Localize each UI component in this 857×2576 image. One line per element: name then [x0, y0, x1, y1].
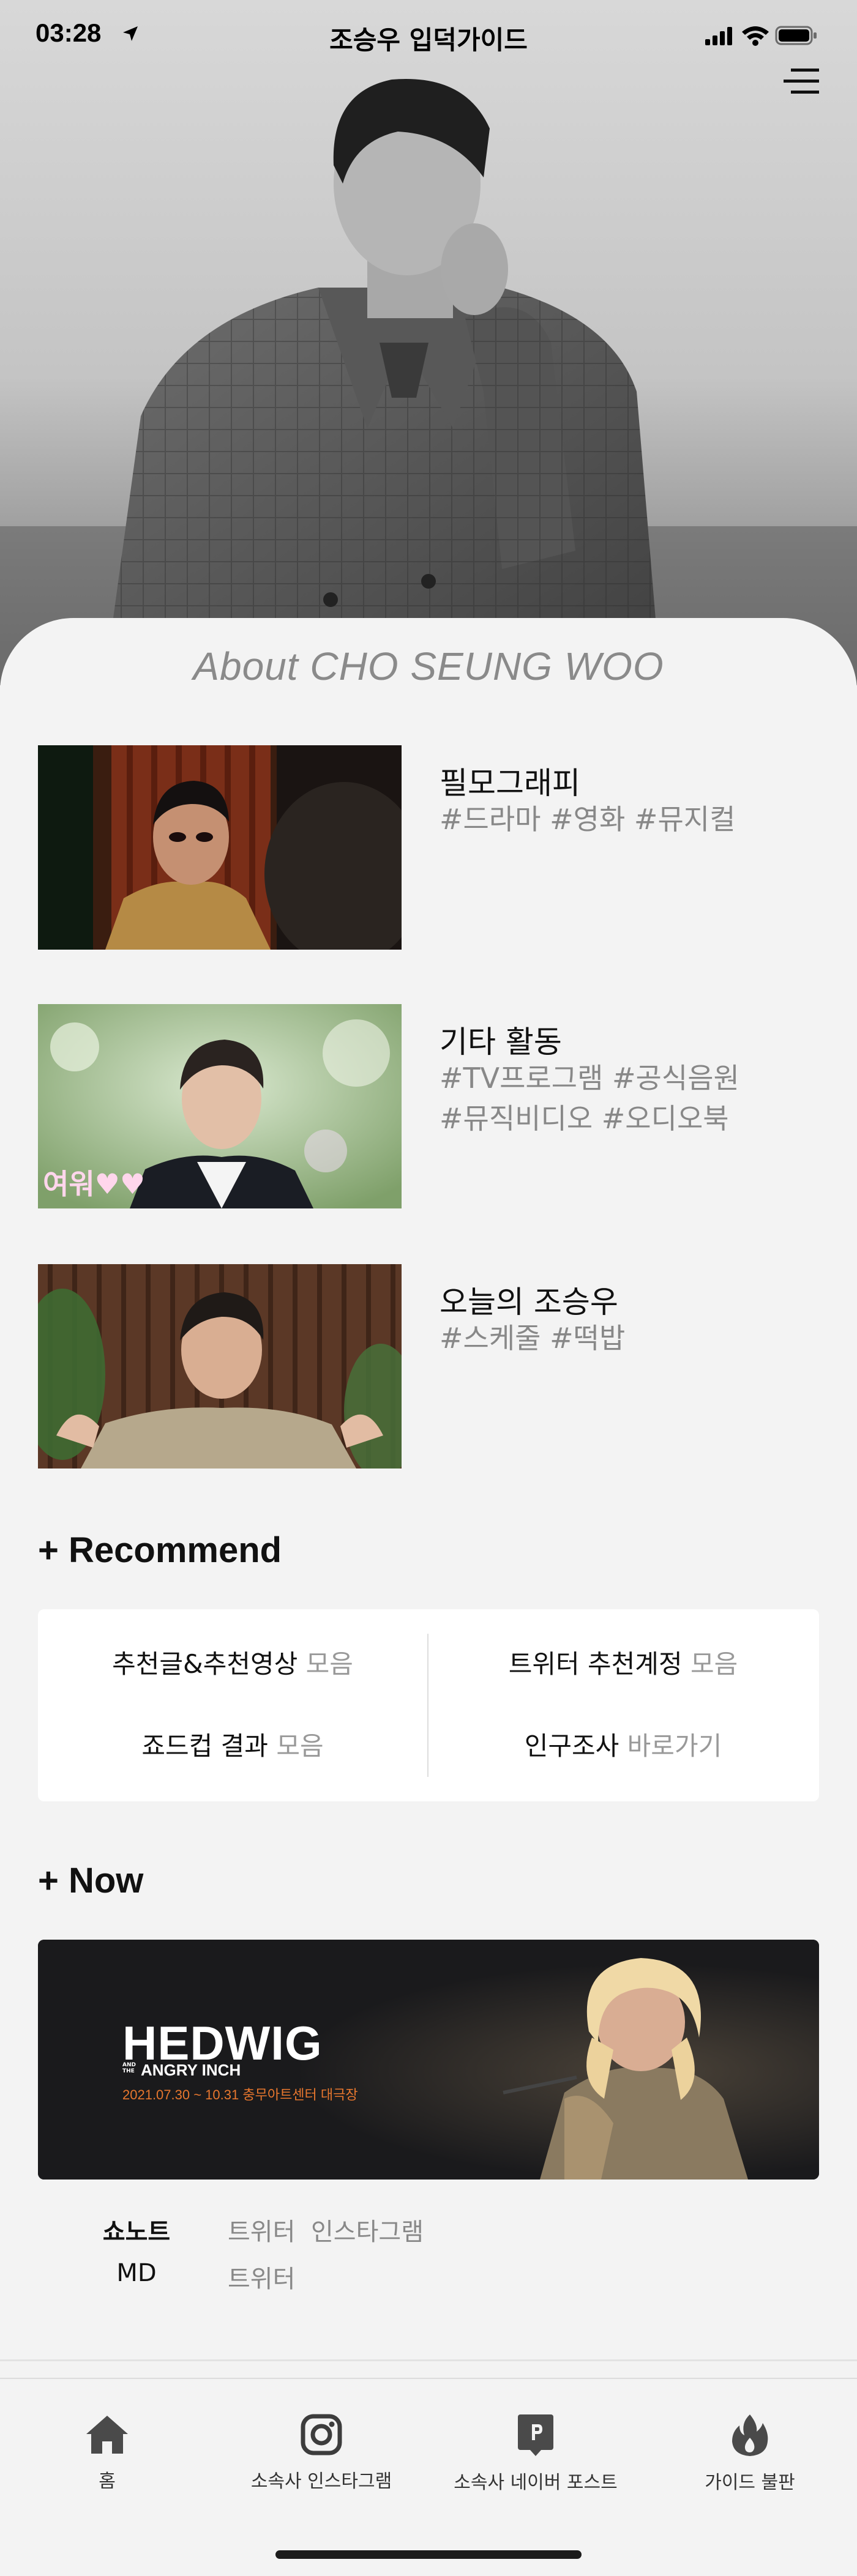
feature-tags: #TV프로그램 #공식음원 #뮤직비디오 #오디오북	[440, 1058, 782, 1139]
feature-filmography[interactable]: 필모그래피 #드라마 #영화 #뮤지컬	[38, 745, 820, 953]
tab-label: 소속사 인스타그램	[250, 2471, 392, 2492]
shownote-instagram-link[interactable]: 인스타그램	[311, 2212, 424, 2247]
rec-main: 트위터 추천계정	[508, 1649, 683, 1679]
feature-title: 기타 활동	[440, 1024, 562, 1060]
home-icon	[86, 2416, 128, 2454]
rec-main: 추천글&추천영상	[112, 1649, 298, 1679]
recommend-twitter-accounts-link[interactable]: 트위터 추천계정 모음	[428, 1644, 818, 1681]
feature-tags-line: #스케줄 #떡밥	[440, 1322, 626, 1355]
thumbnail-caption: 여워♥♥	[43, 1167, 146, 1201]
instagram-icon	[301, 2414, 342, 2455]
rec-muted: 바로가기	[627, 1731, 722, 1761]
feature-title: 필모그래피	[440, 765, 580, 801]
hamburger-menu-icon[interactable]	[782, 66, 820, 97]
rec-muted: 모음	[690, 1649, 738, 1679]
md-links-row: MD 트위터	[0, 2259, 857, 2296]
tab-agency-naver-post[interactable]: 소속사 네이버 포스트	[428, 2413, 643, 2505]
feature-tags-line: #드라마 #영화 #뮤지컬	[440, 803, 736, 836]
today-thumbnail	[38, 1264, 402, 1469]
wifi-icon	[742, 26, 769, 46]
recommend-heading: + Recommend	[38, 1530, 282, 1570]
other-activities-thumbnail: 여워♥♥	[38, 1004, 402, 1208]
shownote-label: 쇼노트	[102, 2218, 171, 2246]
rec-main: 죠드컵 결과	[141, 1731, 268, 1761]
tab-guide-board[interactable]: 가이드 불판	[643, 2413, 857, 2505]
banner-subtitle: ANGRY INCH	[141, 2061, 241, 2079]
shownote-links-row: 쇼노트 트위터 인스타그램	[0, 2212, 857, 2249]
banner-date: 2021.07.30 ~ 10.31 충무아트센터 대극장	[122, 2087, 358, 2102]
about-prefix: About	[193, 644, 299, 688]
banner-sub-and: AND THE	[122, 2062, 136, 2074]
md-twitter-link[interactable]: 트위터	[228, 2259, 295, 2295]
status-icons	[705, 26, 817, 46]
bottom-tab-bar: 홈 소속사 인스타그램 소속사 네이버 포스트 가이드 불판	[0, 2378, 857, 2576]
tab-label: 가이드 불판	[705, 2472, 795, 2493]
census-link[interactable]: 인구조사 바로가기	[428, 1725, 818, 1763]
feature-other-activities[interactable]: 여워♥♥ 기타 활동 #TV프로그램 #공식음원 #뮤직비디오 #오디오북	[38, 1004, 820, 1212]
worldcup-results-link[interactable]: 죠드컵 결과 모음	[38, 1725, 427, 1763]
rec-muted: 모음	[305, 1649, 353, 1679]
status-bar: 03:28 조승우 입덕가이드	[0, 0, 857, 73]
hero-section: 03:28 조승우 입덕가이드	[0, 0, 857, 685]
rec-muted: 모음	[276, 1731, 324, 1761]
tab-agency-instagram[interactable]: 소속사 인스타그램	[214, 2413, 428, 2505]
hedwig-banner[interactable]: HEDWIG AND THE ANGRY INCH 2021.07.30 ~ 1…	[38, 1940, 819, 2180]
filmography-thumbnail	[38, 745, 402, 950]
recommend-posts-link[interactable]: 추천글&추천영상 모음	[38, 1644, 427, 1681]
feature-tags-line: #뮤직비디오 #오디오북	[440, 1102, 729, 1135]
tab-label: 소속사 네이버 포스트	[454, 2472, 618, 2493]
feature-tags-line: #TV프로그램 #공식음원	[440, 1062, 739, 1095]
rec-main: 인구조사	[524, 1731, 619, 1761]
about-heading: About CHO SEUNG WOO	[0, 644, 857, 689]
shownote-twitter-link[interactable]: 트위터	[228, 2212, 295, 2247]
home-indicator	[275, 2550, 582, 2559]
about-name: CHO SEUNG WOO	[310, 644, 664, 688]
md-label: MD	[116, 2259, 157, 2287]
naver-post-icon	[518, 2414, 553, 2456]
feature-today[interactable]: 오늘의 조승우 #스케줄 #떡밥	[38, 1264, 820, 1472]
hero-portrait-image	[0, 0, 857, 685]
now-heading: + Now	[38, 1861, 144, 1900]
feature-tags: #스케줄 #떡밥	[440, 1318, 782, 1358]
battery-icon	[775, 26, 817, 45]
feature-title: 오늘의 조승우	[440, 1284, 618, 1320]
signal-icon	[705, 27, 732, 45]
feature-tags: #드라마 #영화 #뮤지컬	[440, 799, 782, 839]
recommend-box: 추천글&추천영상 모음 트위터 추천계정 모음 죠드컵 결과 모음 인구조사 바…	[38, 1609, 819, 1801]
tabbar-top-divider	[0, 2359, 857, 2361]
tab-label: 홈	[99, 2471, 116, 2492]
tab-home[interactable]: 홈	[0, 2413, 214, 2505]
fire-icon	[732, 2414, 768, 2456]
